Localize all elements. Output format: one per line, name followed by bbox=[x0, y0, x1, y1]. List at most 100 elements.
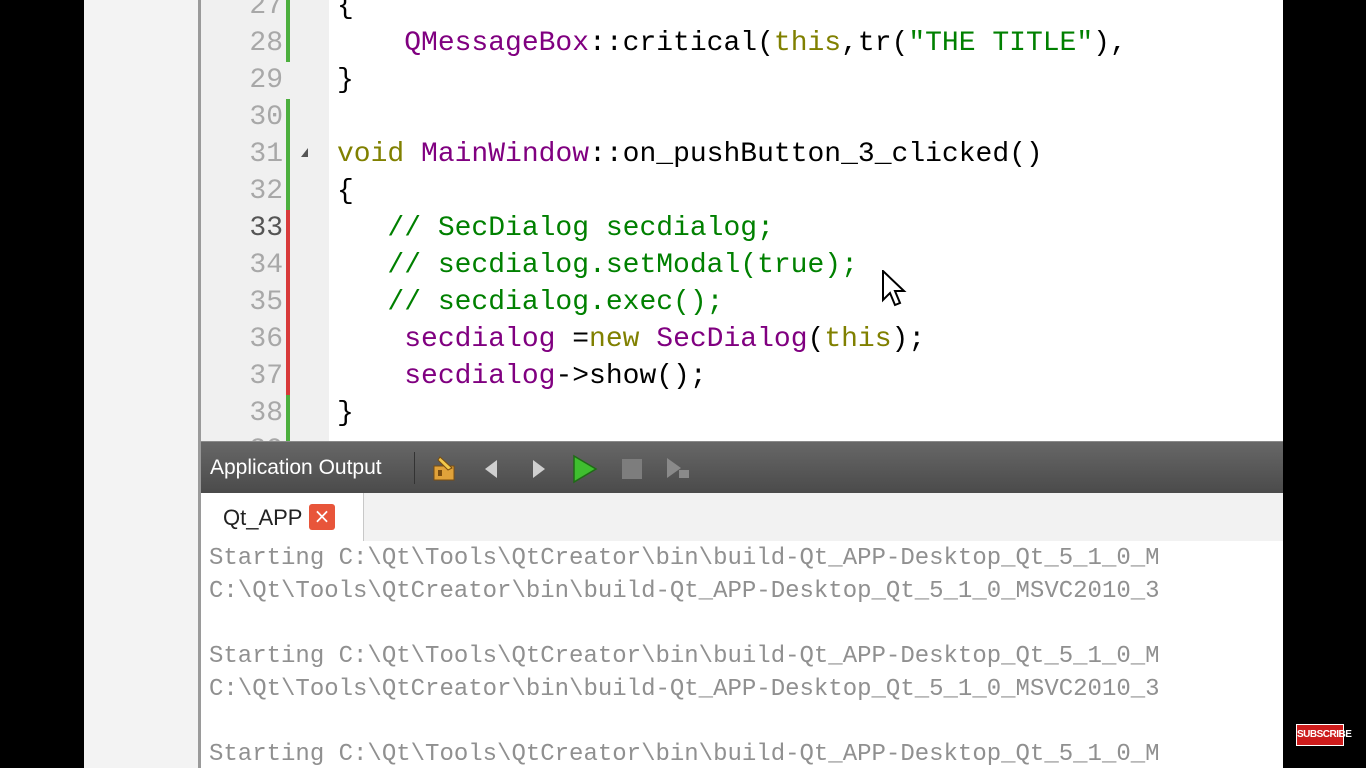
next-item-icon[interactable] bbox=[523, 454, 553, 484]
code-line[interactable]: 32 { bbox=[201, 173, 1283, 210]
change-marker-saved bbox=[286, 173, 290, 210]
line-number: 31 bbox=[249, 139, 283, 170]
code-token: } bbox=[337, 398, 354, 429]
stop-icon[interactable] bbox=[617, 454, 647, 484]
change-marker-saved bbox=[286, 99, 290, 136]
change-marker-saved bbox=[286, 25, 290, 62]
line-number: 29 bbox=[249, 65, 283, 96]
code-token: secdialog bbox=[337, 361, 556, 392]
side-panel bbox=[84, 0, 200, 768]
code-line[interactable]: 38} bbox=[201, 395, 1283, 432]
code-token: ::on_pushButton_3_clicked() bbox=[589, 139, 1043, 170]
line-number: 37 bbox=[249, 361, 283, 392]
code-line[interactable]: 33 // SecDialog secdialog; bbox=[201, 210, 1283, 247]
code-token: ), bbox=[1093, 28, 1127, 59]
tab-label: Qt_APP bbox=[223, 505, 303, 530]
code-line[interactable]: 31 void MainWindow::on_pushButton_3_click… bbox=[201, 136, 1283, 173]
run-icon[interactable] bbox=[569, 454, 599, 484]
video-letterbox-right bbox=[1283, 0, 1366, 768]
change-marker-saved bbox=[286, 0, 290, 25]
output-line: Starting C:\Qt\Tools\QtCreator\bin\build… bbox=[209, 741, 1160, 768]
code-token: { bbox=[337, 176, 354, 207]
code-token: ->show(); bbox=[555, 361, 707, 392]
code-token: = bbox=[555, 324, 590, 355]
code-token: MainWindow bbox=[404, 139, 590, 170]
line-number: 27 bbox=[249, 0, 283, 22]
line-number: 30 bbox=[249, 102, 283, 133]
code-text: { bbox=[337, 0, 354, 25]
line-number: 39 bbox=[201, 432, 283, 441]
output-line: C:\Qt\Tools\QtCreator\bin\build-Qt_APP-D… bbox=[209, 577, 1160, 605]
application-output-toolbar: Application Output bbox=[201, 441, 1283, 494]
code-line[interactable]: 27 { bbox=[201, 0, 1283, 25]
code-token: secdialog bbox=[337, 324, 556, 355]
code-line[interactable]: 36 secdialog =new SecDialog(this); bbox=[201, 321, 1283, 358]
code-token: ::critical( bbox=[589, 28, 774, 59]
line-number: 35 bbox=[249, 287, 283, 318]
line-number: 36 bbox=[249, 324, 283, 355]
change-marker-modified bbox=[286, 247, 290, 284]
code-text: // secdialog.exec(); bbox=[337, 284, 723, 321]
code-line[interactable]: 34 // secdialog.setModal(true); bbox=[201, 247, 1283, 284]
code-token: QMessageBox bbox=[337, 28, 590, 59]
code-line[interactable]: 30 bbox=[201, 99, 1283, 136]
mouse-pointer-icon bbox=[882, 270, 907, 307]
output-line: Starting C:\Qt\Tools\QtCreator\bin\build… bbox=[209, 643, 1160, 671]
toolbar-separator bbox=[414, 452, 415, 484]
line-number: 34 bbox=[249, 250, 283, 281]
code-token: { bbox=[337, 0, 354, 22]
fold-marker-icon[interactable] bbox=[301, 148, 308, 157]
code-token: // secdialog.setModal(true); bbox=[337, 250, 858, 281]
change-marker-modified bbox=[286, 284, 290, 321]
code-text: } bbox=[337, 62, 354, 99]
code-text: // SecDialog secdialog; bbox=[337, 210, 774, 247]
video-letterbox-left bbox=[0, 0, 84, 768]
code-line[interactable]: 39 bbox=[201, 432, 1283, 441]
attach-debugger-icon[interactable] bbox=[663, 454, 693, 484]
code-token: ,tr( bbox=[841, 28, 909, 59]
code-editor[interactable]: 27{28 QMessageBox::critical(this,tr("THE… bbox=[201, 0, 1283, 441]
previous-item-icon[interactable] bbox=[477, 454, 507, 484]
line-number: 32 bbox=[249, 176, 283, 207]
output-line: C:\Qt\Tools\QtCreator\bin\build-Qt_APP-D… bbox=[209, 675, 1160, 703]
code-text: secdialog =new SecDialog(this); bbox=[337, 321, 925, 358]
code-token: SecDialog bbox=[639, 324, 808, 355]
code-token: ); bbox=[891, 324, 926, 355]
change-marker-saved bbox=[286, 136, 290, 173]
code-token: // SecDialog secdialog; bbox=[337, 213, 774, 244]
output-tab-bar: Qt_APP × bbox=[201, 493, 1283, 542]
application-output-title: Application Output bbox=[210, 456, 382, 479]
tab-qt-app[interactable]: Qt_APP × bbox=[201, 493, 364, 541]
code-token: ( bbox=[807, 324, 825, 355]
change-marker-modified bbox=[286, 358, 290, 395]
close-icon[interactable]: × bbox=[309, 504, 335, 530]
code-text: // secdialog.setModal(true); bbox=[337, 247, 858, 284]
code-text: } bbox=[337, 395, 354, 432]
code-line[interactable]: 37 secdialog->show(); bbox=[201, 358, 1283, 395]
code-token: this bbox=[773, 28, 842, 59]
code-token: new bbox=[589, 324, 640, 355]
code-token: // secdialog.exec(); bbox=[337, 287, 724, 318]
application-output-text[interactable]: Starting C:\Qt\Tools\QtCreator\bin\build… bbox=[201, 541, 1283, 768]
change-marker-saved bbox=[286, 395, 290, 432]
clear-output-icon[interactable] bbox=[430, 454, 460, 484]
change-marker-modified bbox=[286, 321, 290, 358]
code-token: "THE TITLE" bbox=[908, 28, 1094, 59]
code-token: this bbox=[824, 324, 892, 355]
code-text: QMessageBox::critical(this,tr("THE TITLE… bbox=[337, 25, 1127, 62]
change-marker-modified bbox=[286, 210, 290, 247]
change-marker-saved bbox=[286, 432, 290, 441]
code-token: void bbox=[337, 139, 405, 170]
line-number: 38 bbox=[249, 398, 283, 429]
code-line[interactable]: 29} bbox=[201, 62, 1283, 99]
code-text: secdialog->show(); bbox=[337, 358, 707, 395]
output-line: Starting C:\Qt\Tools\QtCreator\bin\build… bbox=[209, 545, 1160, 572]
line-number: 28 bbox=[249, 28, 283, 59]
line-number: 33 bbox=[249, 213, 283, 244]
code-token: } bbox=[337, 65, 354, 96]
code-text: void MainWindow::on_pushButton_3_clicked… bbox=[337, 136, 1043, 173]
code-line[interactable]: 28 QMessageBox::critical(this,tr("THE TI… bbox=[201, 25, 1283, 62]
subscribe-button[interactable]: SUBSCRIBE bbox=[1296, 724, 1352, 746]
code-line[interactable]: 35 // secdialog.exec(); bbox=[201, 284, 1283, 321]
code-text: { bbox=[337, 173, 354, 210]
